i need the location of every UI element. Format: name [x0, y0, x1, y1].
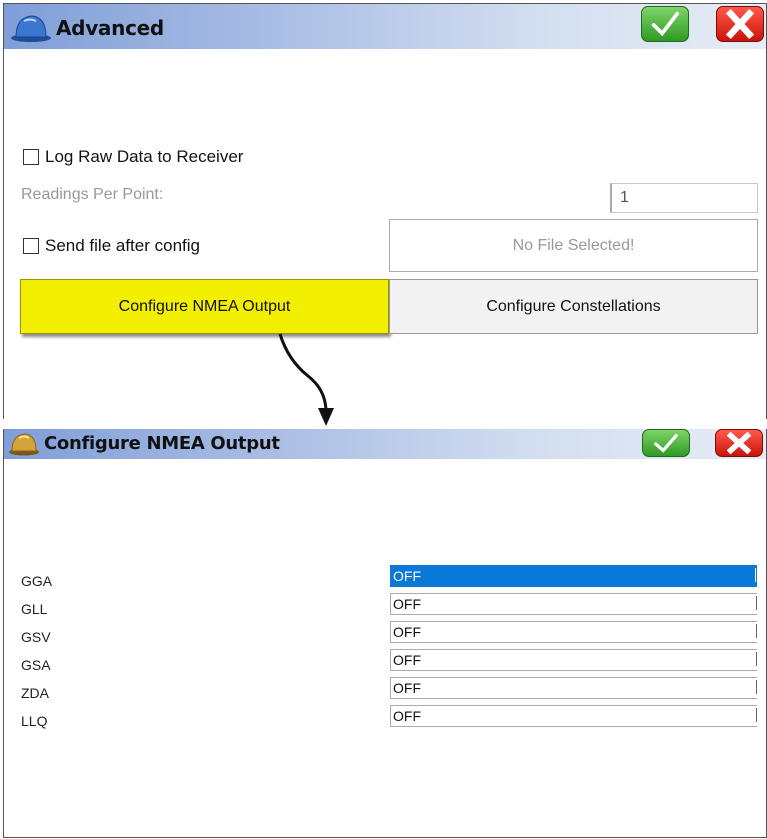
advanced-window: Advanced Log Raw Data to Receiver Readin…: [3, 3, 767, 419]
nmea-output-select[interactable]: OFF: [390, 593, 757, 615]
nmea-row-label: GSA: [21, 657, 51, 673]
window-title: Configure NMEA Output: [44, 433, 280, 454]
curved-arrow-icon: [278, 333, 334, 426]
cancel-button[interactable]: [715, 429, 763, 457]
accept-button[interactable]: [642, 429, 690, 457]
nmea-output-value: OFF: [393, 680, 421, 696]
send-file-label: Send file after config: [45, 236, 200, 255]
nmea-output-select[interactable]: OFF: [390, 677, 757, 699]
checkmark-icon: [651, 11, 680, 37]
window-title: Advanced: [56, 16, 164, 40]
dropdown-arrow-icon: [754, 652, 757, 666]
dropdown-arrow-icon: [754, 708, 757, 722]
dropdown-arrow-icon: [753, 568, 756, 582]
accept-button[interactable]: [641, 6, 689, 42]
close-icon: [725, 8, 755, 40]
hard-hat-icon: [11, 15, 51, 42]
configure-nmea-button[interactable]: Configure NMEA Output: [20, 279, 389, 334]
nmea-row-label: ZDA: [21, 685, 49, 701]
nmea-output-value: OFF: [393, 652, 421, 668]
nmea-output-value: OFF: [393, 708, 421, 724]
nmea-window: Configure NMEA Output GGA OFF GLL OFF GSV OFF…: [3, 429, 767, 838]
file-select-button[interactable]: No File Selected!: [389, 219, 758, 272]
dropdown-arrow-icon: [754, 624, 757, 638]
nmea-output-value: OFF: [393, 596, 421, 612]
nmea-output-select[interactable]: OFF: [390, 621, 757, 643]
nmea-row-label: GSV: [21, 629, 51, 645]
nmea-output-value: OFF: [393, 568, 421, 584]
dropdown-arrow-icon: [754, 680, 757, 694]
nmea-output-value: OFF: [393, 624, 421, 640]
send-file-checkbox[interactable]: [23, 238, 39, 254]
title-bar: Advanced: [4, 4, 766, 49]
readings-per-point-input[interactable]: 1: [610, 183, 758, 213]
nmea-output-select[interactable]: OFF: [390, 705, 757, 727]
log-raw-data-label: Log Raw Data to Receiver: [45, 147, 244, 166]
cancel-button[interactable]: [716, 6, 764, 42]
close-icon: [726, 431, 752, 455]
title-bar: Configure NMEA Output: [4, 429, 766, 459]
nmea-row-label: GGA: [21, 573, 53, 589]
nmea-row-label: LLQ: [21, 713, 48, 729]
configure-constellations-button[interactable]: Configure Constellations: [389, 279, 758, 334]
divider: [0, 419, 767, 429]
dropdown-arrow-icon: [754, 596, 757, 610]
readings-per-point-label: Readings Per Point:: [21, 186, 164, 203]
log-raw-data-row[interactable]: Log Raw Data to Receiver: [23, 147, 243, 167]
log-raw-data-checkbox[interactable]: [23, 149, 39, 165]
nmea-output-select[interactable]: OFF: [390, 565, 757, 587]
nmea-output-select[interactable]: OFF: [390, 649, 757, 671]
send-file-row[interactable]: Send file after config: [23, 236, 200, 256]
hard-hat-icon: [9, 433, 39, 456]
nmea-row-label: GLL: [21, 601, 48, 617]
checkmark-icon: [654, 433, 678, 453]
